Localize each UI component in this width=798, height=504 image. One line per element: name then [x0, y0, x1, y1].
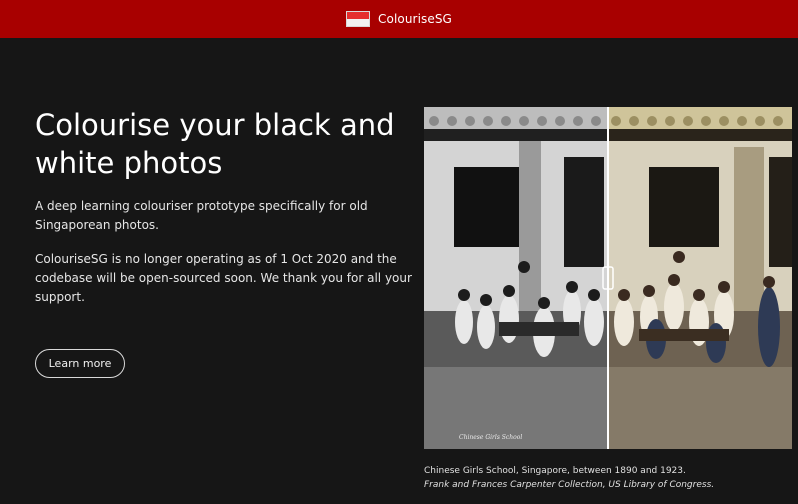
photo-caption: Chinese Girls School, Singapore, between…	[424, 464, 794, 492]
comparison-photo: Chinese Girls School	[424, 107, 792, 449]
caption-title: Chinese Girls School, Singapore, between…	[424, 466, 686, 476]
hero-description: A deep learning colouriser prototype spe…	[35, 199, 368, 232]
top-header: ColouriseSG	[0, 0, 798, 38]
slider-divider[interactable]	[607, 107, 609, 449]
caption-credit: Frank and Frances Carpenter Collection, …	[424, 480, 715, 490]
service-notice: ColouriseSG is no longer operating as of…	[35, 252, 412, 304]
brand-name[interactable]: ColouriseSG	[378, 12, 452, 26]
flag-logo-icon[interactable]	[346, 11, 371, 27]
hero-title: Colourise your black and white photos	[35, 108, 395, 180]
handwritten-photo-label: Chinese Girls School	[459, 434, 522, 441]
learn-more-button[interactable]: Learn more	[35, 349, 125, 378]
